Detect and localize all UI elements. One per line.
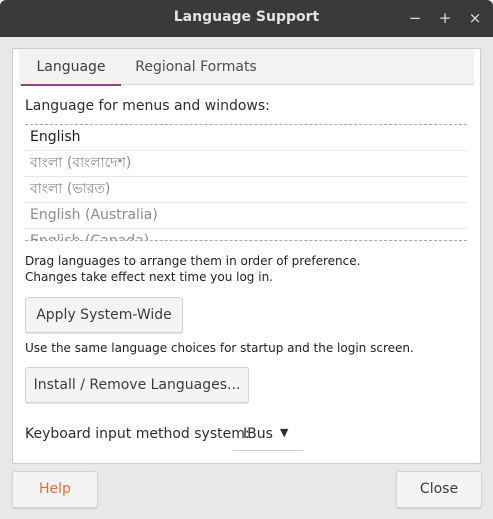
notebook-panel: Language Regional Formats Language for m… <box>12 48 481 464</box>
language-item-english-au[interactable]: English (Australia) <box>25 203 467 229</box>
drag-hint-text: Drag languages to arrange them in order … <box>25 254 361 268</box>
title-bar[interactable]: Language Support − + × <box>0 0 493 37</box>
install-remove-languages-button[interactable]: Install / Remove Languages... <box>25 367 249 403</box>
language-list[interactable]: English বাংলা (বাংলাদেশ) বাংলা (ভারত) En… <box>25 124 467 241</box>
tab-language[interactable]: Language <box>21 49 121 86</box>
help-button[interactable]: Help <box>12 471 98 508</box>
language-item-bangla-in[interactable]: বাংলা (ভারত) <box>25 177 467 203</box>
effect-hint-text: Changes take effect next time you log in… <box>25 270 273 284</box>
language-support-window: Language Support − + × Language Regional… <box>0 0 493 519</box>
language-list-label: Language for menus and windows: <box>25 98 270 114</box>
language-item-english-ca[interactable]: English (Canada) <box>25 229 467 240</box>
language-item-bangla-bd[interactable]: বাংলা (বাংলাদেশ) <box>25 151 467 177</box>
tab-bar: Language Regional Formats <box>19 49 474 86</box>
close-button[interactable]: Close <box>396 471 482 508</box>
tab-regional-formats[interactable]: Regional Formats <box>131 49 261 85</box>
minimize-icon[interactable]: − <box>405 8 425 28</box>
keyboard-input-method-select[interactable]: IBus ▼ <box>233 417 303 451</box>
keyboard-input-method-value: IBus <box>243 426 273 442</box>
apply-system-wide-button[interactable]: Apply System-Wide <box>25 297 183 333</box>
keyboard-input-label: Keyboard input method system: <box>25 426 250 442</box>
dropdown-arrow-icon: ▼ <box>280 426 289 439</box>
maximize-icon[interactable]: + <box>435 8 455 28</box>
close-window-icon[interactable]: × <box>465 8 485 28</box>
language-item-english[interactable]: English <box>25 125 467 151</box>
apply-hint-text: Use the same language choices for startu… <box>25 341 414 355</box>
